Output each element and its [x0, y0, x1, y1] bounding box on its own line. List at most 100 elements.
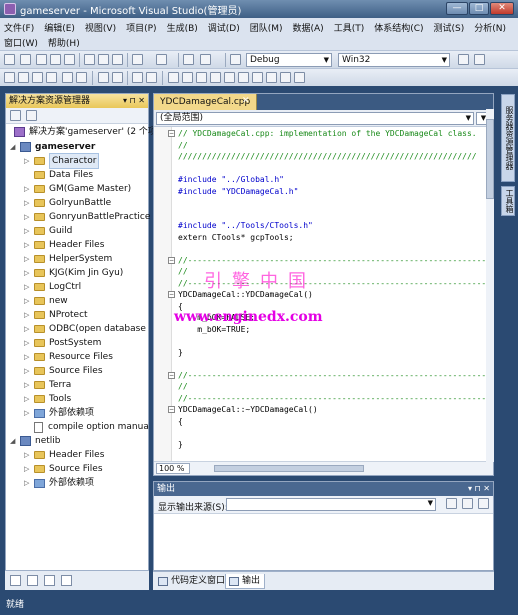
expand-arrow-icon[interactable]: ▷	[24, 462, 32, 476]
clear-bookmarks-icon[interactable]	[210, 72, 221, 83]
indent-icon[interactable]	[76, 72, 87, 83]
toggle-bookmark-icon[interactable]	[168, 72, 179, 83]
menu-item[interactable]: 分析(N)	[474, 21, 506, 34]
tree-node[interactable]: ▷ new	[24, 294, 68, 308]
undo-icon[interactable]	[132, 54, 143, 65]
menu-item[interactable]: 工具(T)	[334, 21, 365, 34]
toolbar-options-icon[interactable]	[474, 54, 485, 65]
vertical-scroll-thumb[interactable]	[486, 119, 494, 199]
find-message-icon[interactable]	[446, 498, 457, 509]
tree-node[interactable]: ▷ Terra	[24, 378, 71, 392]
tree-node[interactable]: ▷ HelperSystem	[24, 252, 112, 266]
tree-node[interactable]: ▷ 外部依赖项	[24, 406, 94, 420]
tree-node[interactable]: ▷ Source Files	[24, 364, 103, 378]
expand-arrow-icon[interactable]: ▷	[24, 266, 32, 280]
expand-arrow-icon[interactable]: ◢	[10, 140, 18, 154]
step-into-icon[interactable]	[266, 72, 277, 83]
tree-node[interactable]: ▷ PostSystem	[24, 336, 101, 350]
tree-node[interactable]: ▷ Header Files	[24, 448, 104, 462]
zoom-select[interactable]: 100 %	[156, 463, 190, 474]
expand-arrow-icon[interactable]: ▷	[24, 406, 32, 420]
tree-node[interactable]: ▷ Header Files	[24, 238, 104, 252]
tree-node[interactable]: Data Files	[24, 168, 93, 182]
complete-word-icon[interactable]	[46, 72, 57, 83]
outline-collapse-icon[interactable]: −	[168, 291, 175, 298]
solution-node[interactable]: 解决方案'gameserver' (2 个项	[14, 125, 157, 139]
panel-controls[interactable]: ▾ ⊓ ✕	[123, 94, 145, 108]
expand-arrow-icon[interactable]: ▷	[24, 350, 32, 364]
navigate-backward-icon[interactable]	[183, 54, 194, 65]
tree-node[interactable]: ▷ 外部依赖项	[24, 476, 94, 490]
tree-node[interactable]: ▷ GonryunBattlePractice	[24, 210, 150, 224]
expand-arrow-icon[interactable]: ▷	[24, 392, 32, 406]
maximize-button[interactable]: □	[469, 2, 489, 15]
save-all-icon[interactable]	[64, 54, 75, 65]
next-bookmark-icon[interactable]	[196, 72, 207, 83]
tree-node[interactable]: ▷ Guild	[24, 224, 72, 238]
increase-indent-icon[interactable]	[146, 72, 157, 83]
class-view-tab-icon[interactable]	[27, 575, 38, 586]
expand-arrow-icon[interactable]: ▷	[24, 448, 32, 462]
solution-explorer-tab-icon[interactable]	[10, 575, 21, 586]
new-project-icon[interactable]	[4, 54, 15, 65]
menu-item[interactable]: 文件(F)	[4, 21, 34, 34]
output-source-select[interactable]: ▼	[226, 498, 436, 511]
previous-bookmark-folder-icon[interactable]	[224, 72, 235, 83]
step-over-icon[interactable]	[280, 72, 291, 83]
solution-platform-select[interactable]: Win32 ▼	[338, 53, 450, 67]
navigate-forward-icon[interactable]	[200, 54, 211, 65]
menu-item[interactable]: 体系结构(C)	[374, 21, 423, 34]
expand-arrow-icon[interactable]: ▷	[24, 210, 32, 224]
expand-arrow-icon[interactable]: ▷	[24, 476, 32, 490]
outline-collapse-icon[interactable]: −	[168, 371, 175, 379]
menu-item[interactable]: 生成(B)	[167, 21, 198, 34]
expand-arrow-icon[interactable]: ▷	[24, 294, 32, 308]
save-icon[interactable]	[50, 54, 61, 65]
add-item-icon[interactable]	[20, 54, 31, 65]
expand-arrow-icon[interactable]: ▷	[24, 224, 32, 238]
member-list-icon[interactable]	[4, 72, 15, 83]
close-button[interactable]: ✕	[490, 2, 514, 15]
start-debugging-icon[interactable]	[230, 54, 241, 65]
quick-info-icon[interactable]	[32, 72, 43, 83]
toolbox-tab[interactable]: 工具箱	[501, 186, 515, 216]
tree-node[interactable]: ▷ Tools	[24, 392, 71, 406]
copy-icon[interactable]	[98, 54, 109, 65]
tree-node[interactable]: ▷ GolryunBattle	[24, 196, 111, 210]
expand-arrow-icon[interactable]: ◢	[10, 434, 18, 448]
minimize-button[interactable]: —	[446, 2, 468, 15]
menu-item[interactable]: 视图(V)	[85, 21, 116, 34]
outline-collapse-icon[interactable]: −	[168, 406, 175, 413]
output-panel-controls[interactable]: ▾ ⊓ ✕	[468, 482, 490, 496]
outdent-icon[interactable]	[132, 72, 143, 83]
paste-icon[interactable]	[112, 54, 123, 65]
expand-arrow-icon[interactable]: ▷	[24, 252, 32, 266]
tree-node[interactable]: ▷ ODBC(open database	[24, 322, 146, 336]
bookmark-icon[interactable]	[62, 72, 73, 83]
breakpoint-icon[interactable]	[252, 72, 263, 83]
horizontal-scroll-thumb[interactable]	[214, 465, 364, 472]
tree-node[interactable]: ◢ gameserver	[10, 140, 95, 154]
tab-output[interactable]: 输出	[225, 574, 266, 589]
menu-item[interactable]: 测试(S)	[434, 21, 465, 34]
expand-arrow-icon[interactable]: ▷	[24, 182, 32, 196]
outline-collapse-icon[interactable]: −	[168, 256, 175, 264]
expand-arrow-icon[interactable]: ▷	[24, 154, 32, 168]
next-bookmark-folder-icon[interactable]	[238, 72, 249, 83]
previous-bookmark-icon[interactable]	[182, 72, 193, 83]
code-area[interactable]: // YDCDamageCal.cpp: implementation of t…	[154, 127, 493, 461]
tab-code-definition[interactable]: 代码定义窗口	[155, 574, 229, 589]
menu-item[interactable]: 编辑(E)	[44, 21, 75, 34]
tree-node[interactable]: ▷ Resource Files	[24, 350, 113, 364]
tree-node[interactable]: ▷ KJG(Kim Jin Gyu)	[24, 266, 123, 280]
expand-arrow-icon[interactable]: ▷	[24, 280, 32, 294]
outline-collapse-icon[interactable]: −	[168, 130, 175, 137]
redo-icon[interactable]	[156, 54, 167, 65]
word-wrap-icon[interactable]	[478, 498, 489, 509]
comment-icon[interactable]	[98, 72, 109, 83]
show-all-files-icon[interactable]	[26, 110, 37, 121]
tree-node[interactable]: compile option manua	[24, 420, 149, 434]
tree-node[interactable]: ▷ Charactor	[24, 153, 100, 169]
tree-node[interactable]: ▷ LogCtrl	[24, 280, 81, 294]
expand-arrow-icon[interactable]: ▷	[24, 378, 32, 392]
